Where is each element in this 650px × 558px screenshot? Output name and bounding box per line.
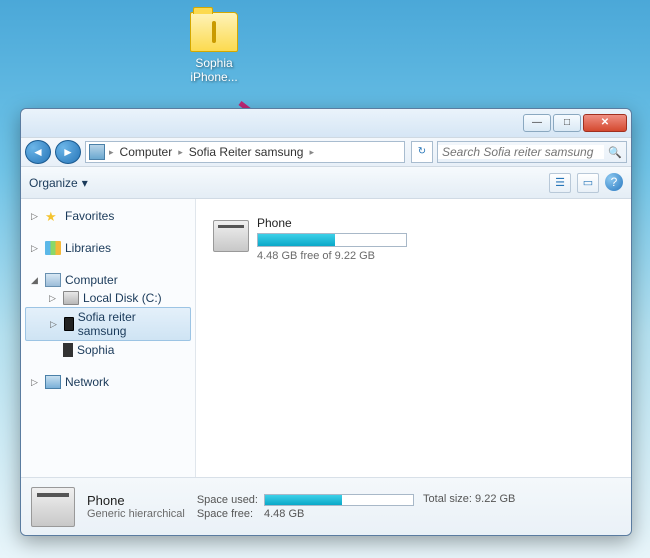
total-size-label: Total size: xyxy=(423,493,472,505)
drive-name: Phone xyxy=(257,216,413,230)
drive-info: Phone 4.48 GB free of 9.22 GB xyxy=(257,216,413,262)
titlebar: — □ ✕ xyxy=(21,109,631,137)
device-icon xyxy=(63,343,73,357)
tree-favorites[interactable]: ▷ ★ Favorites xyxy=(21,207,195,225)
maximize-button[interactable]: □ xyxy=(553,114,581,132)
search-input[interactable] xyxy=(438,145,604,159)
tree-favorites-label: Favorites xyxy=(65,209,114,223)
drive-icon xyxy=(213,220,249,252)
collapse-icon: ▷ xyxy=(50,319,60,330)
space-used-value: Total size: 9.22 GB xyxy=(264,493,515,505)
minimize-button[interactable]: — xyxy=(523,114,551,132)
body-area: ▷ ★ Favorites ▷ Libraries ◢ Computer ▷ L… xyxy=(21,199,631,477)
collapse-icon: ▷ xyxy=(31,243,41,254)
breadcrumb-bar[interactable]: ▸ Computer ▸ Sofia Reiter samsung ▸ xyxy=(85,141,405,163)
navigation-tree: ▷ ★ Favorites ▷ Libraries ◢ Computer ▷ L… xyxy=(21,199,196,477)
chevron-right-icon: ▸ xyxy=(309,147,314,158)
space-free-value: 4.48 GB xyxy=(264,508,515,520)
tree-network[interactable]: ▷ Network xyxy=(21,373,195,391)
desktop-folder[interactable]: Sophia iPhone... xyxy=(178,12,250,84)
desktop-folder-label: Sophia iPhone... xyxy=(178,56,250,84)
collapse-icon: ▷ xyxy=(49,293,59,304)
collapse-icon: ▷ xyxy=(31,377,41,388)
computer-icon xyxy=(89,144,105,160)
tree-sofia-device[interactable]: ▷ Sofia reiter samsung xyxy=(25,307,191,341)
tree-local-disk[interactable]: ▷ Local Disk (C:) xyxy=(21,289,195,307)
back-button[interactable]: ◄ xyxy=(25,140,51,164)
preview-pane-button[interactable]: ▭ xyxy=(577,173,599,193)
details-title: Phone xyxy=(87,493,185,508)
search-box[interactable]: 🔍 xyxy=(437,141,627,163)
organize-label: Organize xyxy=(29,176,78,190)
details-capacity-bar xyxy=(264,494,414,506)
address-bar: ◄ ► ▸ Computer ▸ Sofia Reiter samsung ▸ … xyxy=(21,137,631,167)
tree-libraries-label: Libraries xyxy=(65,241,111,255)
libraries-icon xyxy=(45,241,61,255)
zipped-folder-icon xyxy=(190,12,238,52)
crumb-device[interactable]: Sofia Reiter samsung xyxy=(183,145,310,159)
close-button[interactable]: ✕ xyxy=(583,114,627,132)
tree-libraries[interactable]: ▷ Libraries xyxy=(21,239,195,257)
star-icon: ★ xyxy=(45,209,61,223)
tree-sofia-device-label: Sofia reiter samsung xyxy=(78,310,186,338)
details-drive-icon xyxy=(31,487,75,527)
total-size-value: 9.22 GB xyxy=(475,493,515,505)
space-used-label: Space used: xyxy=(197,494,258,506)
tree-sophia[interactable]: Sophia xyxy=(21,341,195,359)
details-pane: Phone Generic hierarchical Space used: T… xyxy=(21,477,631,535)
toolbar: Organize ▾ ☰ ▭ ? xyxy=(21,167,631,199)
network-icon xyxy=(45,375,61,389)
capacity-fill xyxy=(258,234,335,246)
crumb-computer[interactable]: Computer xyxy=(114,145,179,159)
refresh-button[interactable]: ↻ xyxy=(411,141,433,163)
details-capacity-fill xyxy=(265,495,342,505)
help-icon[interactable]: ? xyxy=(605,173,623,191)
capacity-bar xyxy=(257,233,407,247)
tree-computer[interactable]: ◢ Computer xyxy=(21,271,195,289)
tree-network-label: Network xyxy=(65,375,109,389)
expand-icon: ◢ xyxy=(31,275,41,286)
drive-phone[interactable]: Phone 4.48 GB free of 9.22 GB xyxy=(208,211,418,267)
tree-sophia-label: Sophia xyxy=(77,343,114,357)
tree-local-disk-label: Local Disk (C:) xyxy=(83,291,162,305)
explorer-window: — □ ✕ ◄ ► ▸ Computer ▸ Sofia Reiter sams… xyxy=(20,108,632,536)
drive-free-text: 4.48 GB free of 9.22 GB xyxy=(257,250,413,262)
search-icon: 🔍 xyxy=(604,146,626,159)
phone-icon xyxy=(64,317,74,331)
computer-icon xyxy=(45,273,61,287)
forward-button[interactable]: ► xyxy=(55,140,81,164)
organize-menu[interactable]: Organize ▾ xyxy=(29,176,88,190)
chevron-down-icon: ▾ xyxy=(82,176,88,190)
details-subtitle: Generic hierarchical xyxy=(87,508,185,520)
disk-icon xyxy=(63,291,79,305)
collapse-icon: ▷ xyxy=(31,211,41,222)
content-pane[interactable]: Phone 4.48 GB free of 9.22 GB xyxy=(196,199,631,477)
view-options-button[interactable]: ☰ xyxy=(549,173,571,193)
space-free-label: Space free: xyxy=(197,508,258,520)
tree-computer-label: Computer xyxy=(65,273,118,287)
